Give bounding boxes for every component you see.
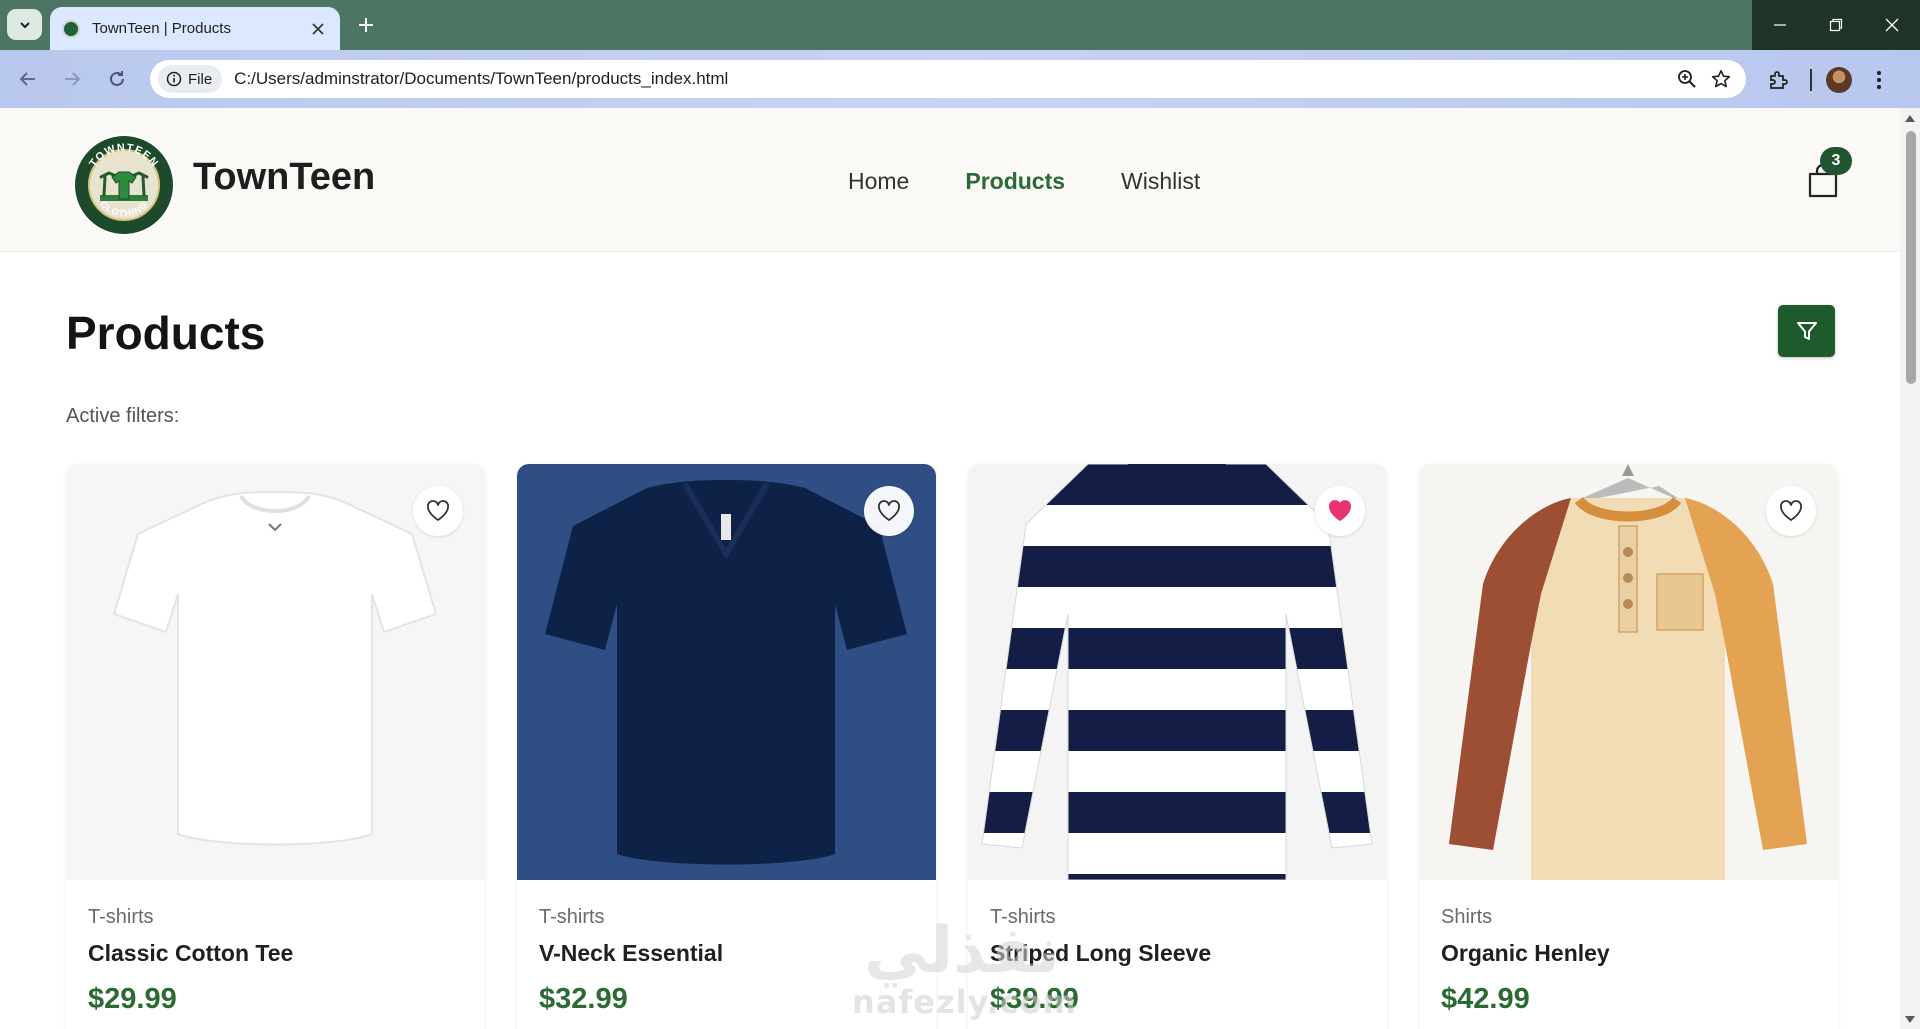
product-name[interactable]: Organic Henley [1441,940,1816,967]
brand-name[interactable]: TownTeen [193,156,375,199]
close-tab-icon[interactable] [308,19,328,39]
browser-tab-bar: TownTeen | Products [0,0,1920,50]
nav-home[interactable]: Home [848,168,909,195]
active-filters-label: Active filters: [66,405,180,427]
product-card[interactable]: Shirts Organic Henley $42.99 [1419,464,1838,1029]
window-controls [1752,0,1920,50]
product-name[interactable]: Striped Long Sleeve [990,940,1365,967]
product-name[interactable]: V-Neck Essential [539,940,914,967]
extensions-puzzle-icon[interactable] [1762,63,1796,97]
product-name[interactable]: Classic Cotton Tee [88,940,463,967]
site-info-chip[interactable]: File [158,65,223,93]
reload-button[interactable] [103,65,131,93]
product-card[interactable]: T-shirts V-Neck Essential $32.99 [517,464,936,1029]
product-grid: T-shirts Classic Cotton Tee $29.99 T-shi… [66,464,1838,1029]
minimize-button[interactable] [1752,0,1808,50]
product-price: $42.99 [1441,983,1530,1015]
product-card[interactable]: T-shirts Classic Cotton Tee $29.99 [66,464,485,1029]
product-price: $32.99 [539,983,628,1015]
wishlist-heart-button[interactable] [1315,486,1365,536]
site-header: TOWNTEEN CLOTHING TownTeen Home Products… [0,108,1900,252]
product-category: T-shirts [539,906,605,928]
forward-button[interactable] [58,65,86,93]
chevron-down-icon [19,21,30,28]
profile-avatar[interactable] [1826,67,1852,93]
restore-button[interactable] [1808,0,1864,50]
cart-count-badge: 3 [1820,147,1852,175]
product-category: T-shirts [990,906,1056,928]
page-title: Products [66,307,266,359]
arrow-right-icon [65,72,81,86]
heart-outline-icon [1780,500,1802,521]
product-image-navy-vneck-tee[interactable] [517,464,936,880]
bookmark-star-icon[interactable] [1704,62,1738,96]
filter-button[interactable] [1778,305,1835,357]
main-nav: Home Products Wishlist [848,168,1200,195]
product-category: T-shirts [88,906,154,928]
info-icon [166,71,182,87]
product-image-white-crew-tee[interactable] [66,464,485,880]
arrow-left-icon [19,72,35,86]
filter-funnel-icon [1796,322,1817,340]
product-price: $39.99 [990,983,1079,1015]
heart-outline-icon [427,500,449,521]
nav-wishlist[interactable]: Wishlist [1121,168,1200,195]
reload-icon [110,71,124,86]
product-image-tan-raglan-henley[interactable] [1419,464,1838,880]
minimize-icon [1774,24,1786,26]
kebab-menu-icon[interactable] [1862,63,1896,97]
scroll-down-arrow-icon[interactable] [1903,1013,1917,1025]
scroll-up-arrow-icon[interactable] [1903,112,1917,124]
file-chip-label: File [188,70,213,88]
close-window-button[interactable] [1864,0,1920,50]
wishlist-heart-button[interactable] [1766,486,1816,536]
heart-filled-icon [1329,500,1351,521]
scrollbar-thumb[interactable] [1906,131,1916,384]
zoom-icon[interactable] [1670,62,1704,96]
heart-outline-icon [878,500,900,521]
product-card[interactable]: T-shirts Striped Long Sleeve $39.99 [968,464,1387,1029]
product-category: Shirts [1441,906,1493,928]
product-image-striped-longsleeve[interactable] [968,464,1387,880]
tab-search-button[interactable] [7,9,42,40]
new-tab-button[interactable] [352,11,380,39]
tab-title: TownTeen | Products [92,20,231,37]
url-text[interactable]: C:/Users/adminstrator/Documents/TownTeen… [234,69,1670,89]
restore-icon [1829,18,1843,32]
plus-icon [359,18,373,32]
web-page: TOWNTEEN CLOTHING TownTeen Home Products… [0,108,1920,1029]
browser-tab[interactable]: TownTeen | Products [50,7,340,50]
close-icon [1885,18,1899,32]
favicon-icon [62,19,80,38]
wishlist-heart-button[interactable] [864,486,914,536]
wishlist-heart-button[interactable] [413,486,463,536]
nav-products[interactable]: Products [965,168,1065,195]
browser-toolbar: File C:/Users/adminstrator/Documents/Tow… [0,50,1920,108]
product-price: $29.99 [88,983,177,1015]
towntheen-logo[interactable]: TOWNTEEN CLOTHING [72,133,176,237]
toolbar-actions [1762,63,1896,97]
address-bar[interactable]: File C:/Users/adminstrator/Documents/Tow… [150,60,1746,98]
back-button[interactable] [14,65,42,93]
toolbar-separator [1810,69,1812,91]
